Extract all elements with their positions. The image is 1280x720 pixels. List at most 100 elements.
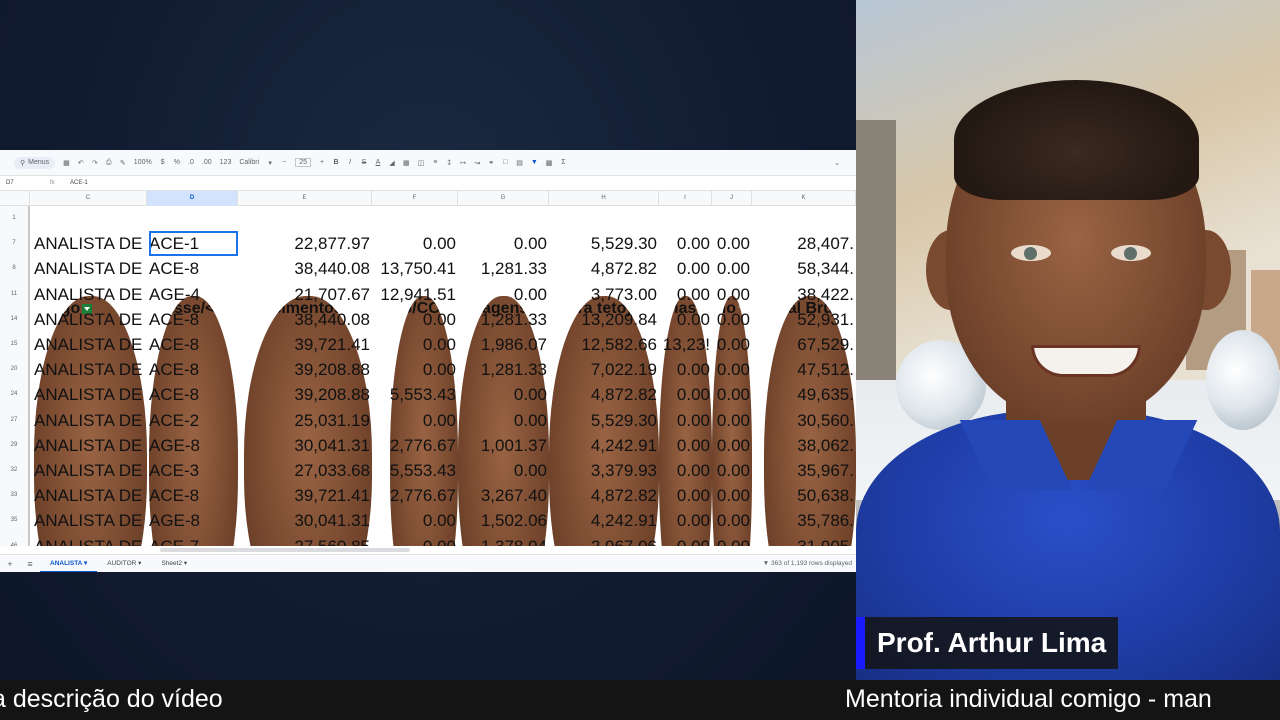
- table-cell[interactable]: 0.00: [458, 231, 549, 256]
- rotate-icon[interactable]: ↝: [474, 159, 480, 167]
- column-header[interactable]: J: [712, 191, 752, 206]
- row-number[interactable]: 33: [0, 483, 30, 509]
- table-cell[interactable]: 0.00: [659, 433, 712, 458]
- table-cell[interactable]: 50,638.: [752, 483, 856, 508]
- table-cell[interactable]: 0.00: [712, 282, 752, 307]
- table-cell[interactable]: ANALISTA DE: [34, 282, 147, 307]
- table-cell[interactable]: 0.00: [712, 332, 752, 357]
- wrap-icon[interactable]: ↦: [460, 159, 466, 167]
- column-header[interactable]: E: [238, 191, 372, 206]
- table-cell[interactable]: 39,721.41: [238, 483, 372, 508]
- column-header[interactable]: G: [458, 191, 549, 206]
- table-cell[interactable]: 2,776.67: [372, 483, 458, 508]
- table-cell[interactable]: 1,281.33: [458, 256, 549, 281]
- table-cell[interactable]: 39,721.41: [238, 332, 372, 357]
- row-number[interactable]: 46: [0, 533, 30, 546]
- table-cell[interactable]: 0.00: [372, 307, 458, 332]
- table-cell[interactable]: 1,001.37: [458, 433, 549, 458]
- table-cell[interactable]: 0.00: [458, 458, 549, 483]
- strikethrough-icon[interactable]: S: [361, 159, 367, 166]
- table-cell[interactable]: ACE-8: [149, 357, 238, 382]
- table-cell[interactable]: 0.00: [712, 508, 752, 533]
- table-cell[interactable]: 5,553.43: [372, 382, 458, 407]
- table-cell[interactable]: ANALISTA DE: [34, 332, 147, 357]
- table-cell[interactable]: ANALISTA DE: [34, 382, 147, 407]
- table-cell[interactable]: 0.00: [372, 332, 458, 357]
- print-icon[interactable]: ⎙: [106, 159, 112, 167]
- table-cell[interactable]: 2,967.06: [549, 534, 659, 546]
- increase-decimal-button[interactable]: .00: [202, 159, 212, 166]
- tab-auditor[interactable]: AUDITOR ▾: [97, 555, 151, 573]
- row-number[interactable]: 32: [0, 458, 30, 484]
- table-cell[interactable]: 39,208.88: [238, 382, 372, 407]
- table-cell[interactable]: ANALISTA DE: [34, 357, 147, 382]
- table-cell[interactable]: ACE-8: [149, 256, 238, 281]
- redo-icon[interactable]: ↷: [92, 159, 98, 167]
- table-cell[interactable]: 0.00: [372, 408, 458, 433]
- table-cell[interactable]: ANALISTA DE: [34, 231, 147, 256]
- link-icon[interactable]: ⚭: [488, 159, 494, 167]
- chart-icon[interactable]: ▤: [516, 159, 523, 167]
- table-cell[interactable]: 0.00: [712, 256, 752, 281]
- table-cell[interactable]: 0.00: [712, 357, 752, 382]
- table-cell[interactable]: 67,529.: [752, 332, 856, 357]
- borders-icon[interactable]: ▦: [403, 159, 410, 167]
- comment-icon[interactable]: □: [502, 159, 508, 166]
- table-cell[interactable]: 7,022.19: [549, 357, 659, 382]
- collapse-toolbar-icon[interactable]: ⌄: [834, 159, 840, 167]
- table-cell[interactable]: 0.00: [659, 282, 712, 307]
- row-number[interactable]: 15: [0, 332, 30, 358]
- row-number[interactable]: 14: [0, 306, 30, 332]
- filter-icon[interactable]: ▼: [531, 159, 538, 166]
- table-cell[interactable]: ANALISTA DE: [34, 408, 147, 433]
- percent-button[interactable]: %: [174, 159, 180, 166]
- table-cell[interactable]: 21,707.67: [238, 282, 372, 307]
- table-cell[interactable]: ACE-7: [149, 534, 238, 546]
- row-number[interactable]: 7: [0, 231, 30, 257]
- table-cell[interactable]: 3,773.00: [549, 282, 659, 307]
- text-color-icon[interactable]: A: [375, 159, 381, 166]
- column-header[interactable]: C: [30, 191, 147, 206]
- table-cell[interactable]: ANALISTA DE: [34, 458, 147, 483]
- zoom-select[interactable]: 100%: [134, 159, 152, 166]
- table-cell[interactable]: 5,553.43: [372, 458, 458, 483]
- table-cell[interactable]: 0.00: [712, 458, 752, 483]
- table-cell[interactable]: 1,281.33: [458, 357, 549, 382]
- chevron-down-icon[interactable]: ▾: [267, 159, 273, 167]
- table-cell[interactable]: 0.00: [659, 382, 712, 407]
- italic-icon[interactable]: I: [347, 159, 353, 166]
- table-cell[interactable]: ACE-8: [149, 382, 238, 407]
- table-cell[interactable]: AGE-8: [149, 433, 238, 458]
- table-cell[interactable]: 4,242.91: [549, 508, 659, 533]
- table-cell[interactable]: ACE-3: [149, 458, 238, 483]
- decrease-decimal-button[interactable]: .0: [188, 159, 194, 166]
- table-cell[interactable]: ACE-8: [149, 307, 238, 332]
- tab-analista[interactable]: ANALISTA ▾: [40, 555, 98, 572]
- name-box[interactable]: D7: [0, 180, 50, 186]
- column-header[interactable]: H: [549, 191, 659, 206]
- table-cell[interactable]: 30,041.31: [238, 508, 372, 533]
- table-cell[interactable]: 1,986.07: [458, 332, 549, 357]
- add-sheet-icon[interactable]: +: [0, 559, 20, 569]
- table-cell[interactable]: ANALISTA DE: [34, 307, 147, 332]
- table-cell[interactable]: 30,041.31: [238, 433, 372, 458]
- column-header[interactable]: I: [659, 191, 712, 206]
- functions-icon[interactable]: Σ: [560, 159, 566, 166]
- table-cell[interactable]: 4,872.82: [549, 382, 659, 407]
- table-cell[interactable]: 0.00: [712, 534, 752, 546]
- row-number[interactable]: 20: [0, 357, 30, 383]
- table-cell[interactable]: 3,267.40: [458, 483, 549, 508]
- row-number[interactable]: 8: [0, 256, 30, 282]
- table-cell[interactable]: 35,786.: [752, 508, 856, 533]
- table-cell[interactable]: 4,242.91: [549, 433, 659, 458]
- table-cell[interactable]: 0.00: [458, 282, 549, 307]
- table-cell[interactable]: 25,031.19: [238, 408, 372, 433]
- table-cell[interactable]: ACE-8: [149, 332, 238, 357]
- table-cell[interactable]: 27,560.85: [238, 534, 372, 546]
- table-cell[interactable]: 2,776.67: [372, 433, 458, 458]
- row-number[interactable]: 1: [0, 206, 30, 232]
- table-cell[interactable]: 0.00: [712, 307, 752, 332]
- table-cell[interactable]: 27,033.68: [238, 458, 372, 483]
- filter-views-icon[interactable]: ▩: [546, 159, 553, 167]
- active-cell[interactable]: ACE-1: [149, 231, 238, 257]
